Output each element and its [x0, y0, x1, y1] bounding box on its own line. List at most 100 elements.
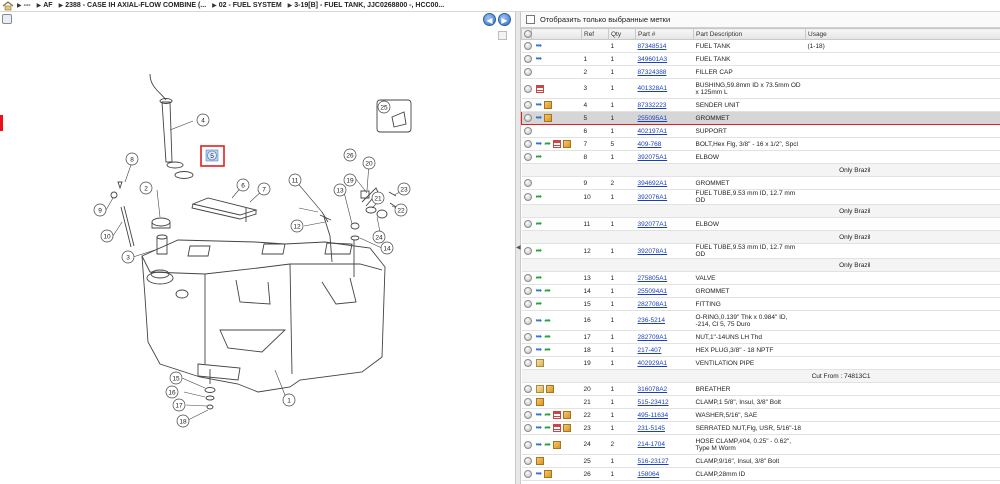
- part-number-cell[interactable]: 282709A1: [635, 330, 694, 344]
- where-used-arrow-icon[interactable]: ➦: [544, 287, 551, 295]
- where-used-arrow-icon[interactable]: ➦: [536, 193, 543, 201]
- callout-25[interactable]: 25: [377, 100, 391, 114]
- row-select-cell[interactable]: [521, 421, 532, 435]
- package-icon[interactable]: [544, 114, 553, 122]
- part-number-cell[interactable]: 255095A1: [635, 111, 694, 125]
- table-row[interactable]: 3 1 401328A1 BUSHING,59.8mm ID x 73.5mm OD …: [521, 78, 1000, 99]
- row-select-icon[interactable]: [523, 193, 532, 201]
- row-select-cell[interactable]: [521, 124, 532, 138]
- package-icon[interactable]: [562, 140, 571, 148]
- table-row[interactable]: ➥ ➦ 23 1 231-5145 SERRATED NUT,Flg, USR, 5/16…: [521, 421, 1000, 435]
- row-select-cell[interactable]: [521, 467, 532, 481]
- row-select-cell[interactable]: [521, 65, 532, 79]
- part-number-link[interactable]: 401328A1: [638, 85, 668, 92]
- select-all-icon[interactable]: [524, 30, 532, 38]
- part-number-cell[interactable]: 409-768: [635, 137, 694, 151]
- part-number-link[interactable]: 394692A1: [638, 180, 668, 187]
- table-row[interactable]: ➥ 1 87348514 FUEL TANK (1-18): [521, 39, 1000, 53]
- breadcrumb-item[interactable]: AF: [43, 2, 52, 9]
- row-select-icon[interactable]: [523, 220, 532, 228]
- package-icon[interactable]: [544, 470, 553, 478]
- callout-1[interactable]: 1: [282, 393, 296, 407]
- part-number-link[interactable]: 392076A1: [638, 194, 668, 201]
- column-header-description[interactable]: Part Description: [693, 28, 806, 40]
- row-select-icon[interactable]: [523, 84, 532, 93]
- callout-5-highlighted[interactable]: 5: [200, 145, 225, 167]
- reference-arrow-icon[interactable]: ➥: [536, 470, 543, 478]
- row-select-icon[interactable]: [523, 287, 532, 295]
- document-icon[interactable]: [552, 411, 561, 419]
- where-used-arrow-icon[interactable]: ➦: [536, 247, 543, 255]
- row-select-icon[interactable]: [523, 457, 532, 465]
- part-number-cell[interactable]: 255094A1: [635, 284, 694, 298]
- callout-12[interactable]: 12: [290, 219, 304, 233]
- package-icon[interactable]: [552, 440, 561, 449]
- table-row[interactable]: ➦ 10 1 392076A1 FUEL TUBE,9.53 mm ID, 12.7 m…: [521, 189, 1000, 205]
- row-select-icon[interactable]: [523, 274, 532, 282]
- show-selected-only-checkbox[interactable]: [526, 15, 535, 24]
- row-select-icon[interactable]: [523, 127, 532, 135]
- where-used-arrow-icon[interactable]: ➦: [544, 316, 551, 325]
- row-select-icon[interactable]: [523, 333, 532, 341]
- part-number-cell[interactable]: 392075A1: [635, 150, 694, 164]
- table-row[interactable]: 19 1 402929A1 VENTILATION PIPE: [521, 356, 1000, 370]
- part-number-link[interactable]: 255095A1: [638, 115, 668, 122]
- part-number-cell[interactable]: 392076A1: [635, 189, 694, 205]
- part-number-link[interactable]: 87332223: [638, 102, 667, 109]
- row-select-icon[interactable]: [523, 359, 532, 367]
- table-row[interactable]: ➥ ➦ 17 1 282709A1 NUT,1"-14UNS LH Thd: [521, 330, 1000, 344]
- part-number-link[interactable]: 255094A1: [638, 288, 668, 295]
- reference-arrow-icon[interactable]: ➥: [536, 440, 543, 449]
- row-select-cell[interactable]: [521, 310, 532, 331]
- reference-arrow-icon[interactable]: ➥: [536, 42, 543, 50]
- callout-3[interactable]: 3: [121, 250, 135, 264]
- part-number-link[interactable]: 87324388: [638, 69, 667, 76]
- row-select-cell[interactable]: [521, 454, 532, 468]
- part-number-cell[interactable]: 87332223: [635, 98, 694, 112]
- part-number-link[interactable]: 158064: [638, 471, 660, 478]
- part-number-cell[interactable]: 236-5214: [635, 310, 694, 331]
- part-number-cell[interactable]: 316078A2: [635, 382, 694, 396]
- table-row[interactable]: ➦ 13 1 275805A1 VALVE: [521, 271, 1000, 285]
- column-header-select[interactable]: [521, 28, 532, 40]
- row-select-icon[interactable]: [523, 55, 532, 63]
- reference-arrow-icon[interactable]: ➥: [536, 287, 543, 295]
- part-number-link[interactable]: 282708A1: [638, 301, 668, 308]
- part-number-cell[interactable]: 158064: [635, 467, 694, 481]
- table-row[interactable]: ➦ 12 1 392078A1 FUEL TUBE,9.53 mm ID, 12.7 m…: [521, 243, 1000, 259]
- row-select-cell[interactable]: [521, 176, 532, 190]
- where-used-arrow-icon[interactable]: ➦: [544, 411, 551, 419]
- row-select-cell[interactable]: [521, 243, 532, 259]
- package-icon[interactable]: [544, 101, 553, 109]
- table-row[interactable]: 25 1 516-23127 CLAMP,9/16", Insul, 3/8" Bol…: [521, 454, 1000, 468]
- where-used-arrow-icon[interactable]: ➦: [544, 140, 551, 148]
- row-select-cell[interactable]: [521, 98, 532, 112]
- table-row[interactable]: ➥ ➦ 14 1 255094A1 GROMMET: [521, 284, 1000, 298]
- callout-23[interactable]: 23: [397, 182, 411, 196]
- row-select-icon[interactable]: [523, 101, 532, 109]
- callout-24[interactable]: 24: [372, 230, 386, 244]
- row-select-icon[interactable]: [523, 140, 532, 148]
- part-number-cell[interactable]: 516-23127: [635, 454, 694, 468]
- breadcrumb-item[interactable]: 02 - FUEL SYSTEM: [219, 2, 282, 9]
- row-select-cell[interactable]: [521, 111, 532, 125]
- part-number-link[interactable]: 214-1704: [638, 441, 665, 448]
- table-row[interactable]: ➥ ➦ 24 2 214-1704 HOSE CLAMP,#04, 0.25" - 0.6…: [521, 434, 1000, 455]
- reference-arrow-icon[interactable]: ➥: [536, 101, 543, 109]
- part-number-cell[interactable]: 282708A1: [635, 297, 694, 311]
- part-number-link[interactable]: 349601A3: [638, 56, 668, 63]
- callout-15[interactable]: 15: [169, 371, 183, 385]
- where-used-arrow-icon[interactable]: ➦: [536, 153, 543, 161]
- part-number-link[interactable]: 402929A1: [638, 360, 668, 367]
- callout-21[interactable]: 21: [371, 191, 385, 205]
- part-number-link[interactable]: 87348514: [638, 43, 667, 50]
- row-select-cell[interactable]: [521, 217, 532, 231]
- part-number-cell[interactable]: 217-407: [635, 343, 694, 357]
- part-number-cell[interactable]: 401328A1: [635, 78, 694, 99]
- row-select-cell[interactable]: [521, 330, 532, 344]
- table-row[interactable]: 21 1 515-23412 CLAMP,1 5/8", Insul, 3/8" Bo…: [521, 395, 1000, 409]
- row-select-icon[interactable]: [523, 424, 532, 432]
- callout-17[interactable]: 17: [172, 398, 186, 412]
- part-number-cell[interactable]: 515-23412: [635, 395, 694, 409]
- splitter-grip-icon[interactable]: ◀: [516, 244, 521, 258]
